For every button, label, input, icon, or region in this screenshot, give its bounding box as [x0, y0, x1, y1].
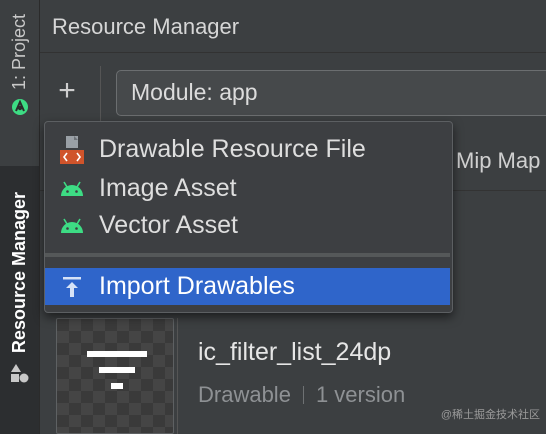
resource-manager-tool-tab[interactable]: Resource Manager: [0, 166, 39, 434]
resource-version-count: 1 version: [315, 382, 406, 407]
resource-meta: Drawable 1 version: [198, 382, 405, 408]
menu-item-import-drawables[interactable]: Import Drawables: [45, 268, 450, 305]
menu-item-vector-asset[interactable]: Vector Asset: [45, 207, 450, 244]
resource-name: ic_filter_list_24dp: [198, 338, 392, 366]
resource-type: Drawable: [198, 382, 291, 407]
menu-item-image-asset[interactable]: Image Asset: [45, 170, 450, 207]
android-studio-icon: [11, 98, 29, 121]
menu-item-label: Image Asset: [99, 174, 237, 202]
menu-item-drawable-resource-file[interactable]: Drawable Resource File: [45, 131, 450, 168]
module-select[interactable]: Module: app: [116, 70, 546, 116]
import-arrow-icon: [45, 268, 99, 305]
resource-thumbnail: [56, 318, 174, 434]
add-resource-button[interactable]: +: [52, 76, 82, 110]
android-icon: [45, 170, 99, 207]
drawable-file-icon: [45, 131, 99, 168]
panel-title: Resource Manager: [52, 14, 240, 39]
menu-item-label: Import Drawables: [99, 272, 295, 300]
android-icon: [45, 207, 99, 244]
shapes-icon: [10, 363, 30, 388]
watermark: @稀土掘金技术社区: [440, 409, 540, 421]
resource-manager-tab-label: Resource Manager: [9, 192, 29, 354]
project-tab-label: 1: Project: [9, 14, 29, 91]
thumbnail-divider: [177, 318, 178, 434]
meta-divider: [302, 386, 304, 404]
add-resource-menu: Drawable Resource File Image Asset Vecto…: [44, 121, 453, 313]
tab-mip-map[interactable]: Mip Map: [456, 148, 540, 174]
menu-item-label: Drawable Resource File: [99, 135, 366, 163]
filter-list-icon: [87, 351, 147, 396]
toolbar-separator: [100, 66, 101, 122]
menu-item-label: Vector Asset: [99, 211, 238, 239]
header-divider: [40, 52, 546, 53]
project-tool-tab[interactable]: 1: Project: [0, 0, 39, 164]
tool-window-strip: 1: Project Resource Manager: [0, 0, 40, 434]
menu-separator: [45, 253, 450, 257]
